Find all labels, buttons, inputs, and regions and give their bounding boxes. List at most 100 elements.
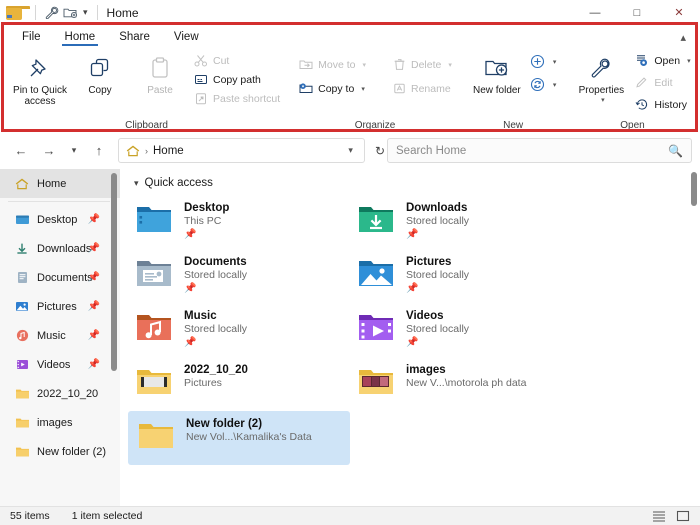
sidebar-item-2022-10-20[interactable]: 2022_10_20 <box>0 379 120 408</box>
list-item[interactable]: New folder (2) New Vol...\Kamalika's Dat… <box>128 411 350 465</box>
sidebar-item-desktop[interactable]: Desktop 📌 <box>0 205 120 234</box>
edit-button[interactable]: Edit <box>631 74 693 91</box>
divider <box>35 5 36 20</box>
sidebar-item-music[interactable]: Music 📌 <box>0 321 120 350</box>
copy-to-button[interactable]: Copy to ▾ <box>295 80 369 97</box>
tab-home[interactable]: Home <box>53 31 108 46</box>
tab-share[interactable]: Share <box>107 31 162 46</box>
item-text: Documents Stored locally 📌 <box>184 254 247 294</box>
pin-icon[interactable]: 📌 <box>88 243 100 254</box>
pin-icon: 📌 <box>184 337 197 348</box>
tab-view[interactable]: View <box>162 31 211 46</box>
pin-icon: 📌 <box>406 337 419 348</box>
button-label: Edit <box>654 76 673 89</box>
sidebar-item-videos[interactable]: Videos 📌 <box>0 350 120 379</box>
arrow-left-icon[interactable]: ← <box>8 138 34 164</box>
pin-to-quick-access-button[interactable]: Pin to Quick access <box>10 51 70 107</box>
file-explorer-window: ▾ Home — □ ✕ File Home Share View ▴ Pin … <box>0 0 700 525</box>
sidebar-item-pictures[interactable]: Pictures 📌 <box>0 292 120 321</box>
sidebar-item-documents[interactable]: Documents 📌 <box>0 263 120 292</box>
sidebar-item-label: images <box>37 416 73 429</box>
chevron-down-icon[interactable]: ▾ <box>448 61 452 69</box>
list-item[interactable]: Downloads Stored locally 📌 <box>348 195 570 249</box>
maximize-button[interactable]: □ <box>616 0 658 25</box>
quick-access-section-header[interactable]: ▾ Quick access <box>120 169 700 193</box>
folder-icon <box>136 418 177 454</box>
ribbon-group-organize: Move to ▾ Copy to ▾ Delete ▾ Rename Orga… <box>291 46 459 134</box>
sidebar-scrollbar[interactable] <box>111 173 117 371</box>
list-view-icon[interactable] <box>651 510 666 523</box>
chevron-up-icon[interactable]: ▴ <box>680 31 686 44</box>
close-button[interactable]: ✕ <box>658 0 700 25</box>
item-text: Downloads Stored locally 📌 <box>406 200 469 240</box>
item-count: 55 items <box>10 510 50 522</box>
list-item[interactable]: Desktop This PC 📌 <box>126 195 348 249</box>
pin-icon[interactable]: 📌 <box>88 330 100 341</box>
pin-icon[interactable]: 📌 <box>88 359 100 370</box>
list-item[interactable]: 2022_10_20 Pictures <box>126 357 348 411</box>
chevron-down-icon[interactable]: ▾ <box>553 81 557 89</box>
sidebar-item-new-folder-2[interactable]: New folder (2) <box>0 437 120 466</box>
refresh-icon[interactable]: ↻ <box>373 144 385 158</box>
properties-button[interactable]: Properties ▾ <box>571 51 631 104</box>
sidebar-item-label: Downloads <box>37 242 92 255</box>
list-item[interactable]: Documents Stored locally 📌 <box>126 249 348 303</box>
list-item[interactable]: Videos Stored locally 📌 <box>348 303 570 357</box>
properties-wrench-icon <box>588 53 614 83</box>
new-folder-button[interactable]: New folder <box>467 51 527 96</box>
item-text: 2022_10_20 Pictures <box>184 362 248 389</box>
chevron-down-icon[interactable]: ▾ <box>64 138 84 164</box>
paste-icon <box>149 53 171 83</box>
item-subtitle: Pictures <box>184 377 222 389</box>
button-label: Rename <box>411 82 451 95</box>
list-item[interactable]: Pictures Stored locally 📌 <box>348 249 570 303</box>
properties-wrench-icon[interactable] <box>43 5 61 21</box>
chevron-down-icon[interactable]: ▾ <box>361 85 365 93</box>
item-text: Music Stored locally 📌 <box>184 308 247 348</box>
copy-path-button[interactable]: Copy path <box>190 71 283 88</box>
search-input[interactable]: Search Home <box>396 145 668 157</box>
open-button[interactable]: Open ▾ <box>631 52 693 69</box>
move-to-button[interactable]: Move to ▾ <box>295 56 369 73</box>
sidebar-item-home[interactable]: Home <box>0 169 120 198</box>
file-list-scrollbar[interactable] <box>691 172 697 206</box>
item-name: Videos <box>406 310 444 322</box>
pin-icon[interactable]: 📌 <box>88 272 100 283</box>
chevron-down-icon[interactable]: ▾ <box>134 178 139 189</box>
button-label: Paste shortcut <box>213 92 281 105</box>
chevron-down-icon[interactable]: ▾ <box>687 57 691 65</box>
chevron-down-icon[interactable]: ▾ <box>362 61 366 69</box>
tab-file[interactable]: File <box>10 31 53 46</box>
cut-button[interactable]: Cut <box>190 52 283 69</box>
tiles-view-icon[interactable] <box>675 510 690 523</box>
history-button[interactable]: History <box>631 96 693 113</box>
address-bar[interactable]: › Home ▾ <box>118 138 365 163</box>
status-bar: 55 items 1 item selected <box>0 506 700 525</box>
organize-col-2: Delete ▾ Rename <box>388 55 455 97</box>
list-item[interactable]: images New V...\motorola ph data <box>348 357 570 411</box>
sidebar-item-images[interactable]: images <box>0 408 120 437</box>
minimize-button[interactable]: — <box>574 0 616 25</box>
chevron-down-icon[interactable]: ▾ <box>601 96 605 104</box>
chevron-down-icon[interactable]: ▾ <box>553 58 557 66</box>
view-toggles <box>651 510 690 523</box>
arrow-up-icon[interactable]: ↑ <box>86 138 112 164</box>
chevron-down-icon[interactable]: ▾ <box>343 145 358 156</box>
pin-icon[interactable]: 📌 <box>88 301 100 312</box>
chevron-down-icon[interactable]: ▾ <box>83 7 88 18</box>
rename-button[interactable]: Rename <box>388 80 455 97</box>
search-icon[interactable]: 🔍 <box>668 144 683 158</box>
new-item-button[interactable]: ▾ <box>527 53 560 70</box>
list-item[interactable]: Music Stored locally 📌 <box>126 303 348 357</box>
search-box[interactable]: Search Home 🔍 <box>387 138 692 163</box>
group-label-new: New <box>503 120 524 131</box>
arrow-right-icon[interactable]: → <box>36 138 62 164</box>
paste-shortcut-button[interactable]: Paste shortcut <box>190 90 283 107</box>
paste-button[interactable]: Paste <box>130 51 190 96</box>
pin-icon[interactable]: 📌 <box>88 214 100 225</box>
delete-button[interactable]: Delete ▾ <box>388 56 455 73</box>
new-folder-icon[interactable] <box>61 5 79 21</box>
sidebar-item-downloads[interactable]: Downloads 📌 <box>0 234 120 263</box>
easy-access-button[interactable]: ▾ <box>527 76 560 93</box>
copy-button[interactable]: Copy <box>70 51 130 96</box>
